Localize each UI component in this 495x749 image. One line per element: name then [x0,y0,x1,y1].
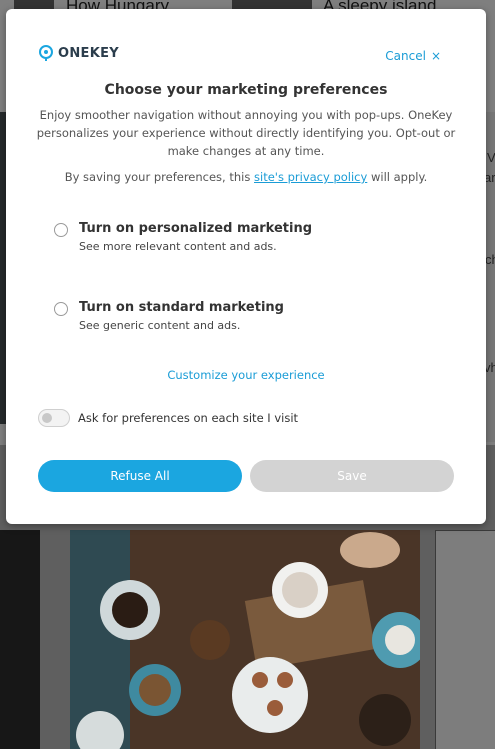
save-button[interactable]: Save [250,460,454,492]
privacy-policy-link[interactable]: site's privacy policy [254,170,367,184]
onekey-logo-icon [39,45,53,61]
option-subtitle: See generic content and ads. [79,319,241,332]
background-panel [435,530,495,749]
personalized-marketing-radio[interactable] [54,223,68,237]
brand-name: ONEKEY [58,45,119,61]
option-title: Turn on personalized marketing [79,221,313,236]
refuse-all-button[interactable]: Refuse All [38,460,242,492]
background-image [0,530,40,749]
ask-preferences-label: Ask for preferences on each site I visit [78,411,299,425]
option-title: Turn on standard marketing [79,300,284,315]
ask-preferences-toggle[interactable] [38,409,70,427]
option-subtitle: See more relevant content and ads. [79,240,277,253]
policy-notice: By saving your preferences, this site's … [6,170,486,184]
background-food-photo [70,530,420,749]
standard-marketing-radio[interactable] [54,302,68,316]
modal-description: Enjoy smoother navigation without annoyi… [36,108,456,158]
customize-experience-link[interactable]: Customize your experience [6,368,486,382]
background-text-fragment: ch [485,252,495,267]
policy-text-before: By saving your preferences, this [64,170,255,184]
close-icon: × [430,49,441,63]
cancel-button[interactable]: Cancel × [385,49,441,63]
toggle-knob [42,413,52,423]
consent-modal: ONEKEY Cancel × Choose your marketing pre… [6,9,486,524]
background-text-fragment: V [487,150,495,165]
onekey-logo: ONEKEY [38,45,119,61]
policy-text-after: will apply. [367,170,428,184]
modal-title: Choose your marketing preferences [104,82,388,98]
cancel-label: Cancel [385,49,426,63]
